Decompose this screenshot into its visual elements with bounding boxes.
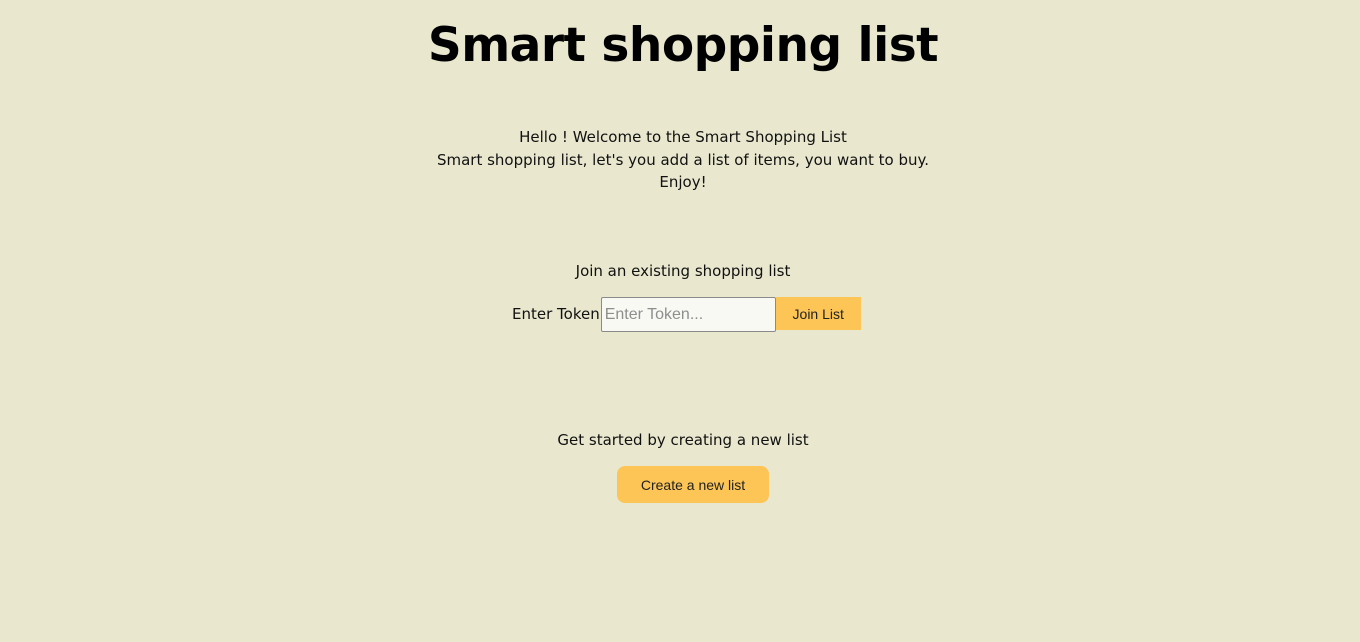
- description-line: Smart shopping list, let's you add a lis…: [436, 150, 930, 169]
- welcome-line: Hello ! Welcome to the Smart Shopping Li…: [519, 128, 847, 146]
- intro-text: Hello ! Welcome to the Smart Shopping Li…: [0, 126, 1360, 194]
- token-label: Enter Token: [512, 305, 600, 323]
- home-page: Smart shopping list Hello ! Welcome to t…: [0, 0, 1360, 642]
- join-list-heading: Join an existing shopping list: [575, 262, 791, 280]
- page-title: Smart shopping list: [427, 18, 939, 73]
- token-input[interactable]: [600, 297, 776, 332]
- enjoy-line: Enjoy!: [659, 173, 707, 191]
- create-list-heading: Get started by creating a new list: [557, 431, 809, 449]
- join-list-form: Enter Token Join List: [512, 297, 861, 332]
- create-list-button[interactable]: Create a new list: [617, 466, 769, 503]
- join-list-button[interactable]: Join List: [775, 297, 861, 330]
